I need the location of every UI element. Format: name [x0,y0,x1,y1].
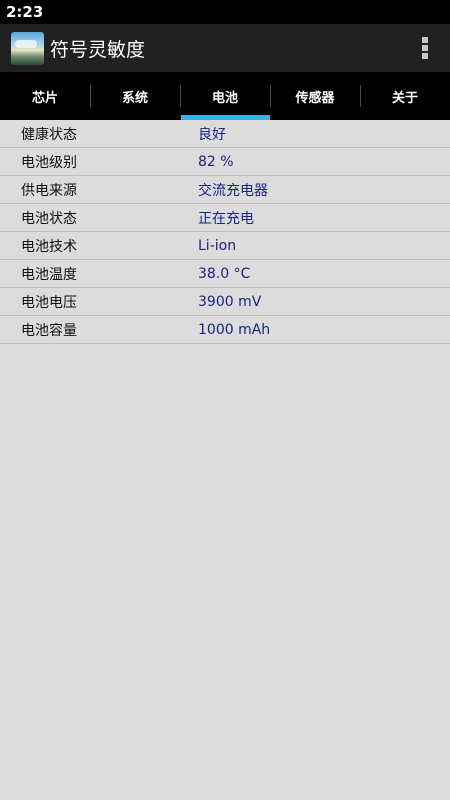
info-value: 82 % [198,153,234,170]
tab-about[interactable]: 关于 [360,72,450,120]
info-label: 电池级别 [21,154,77,171]
info-label: 电池技术 [21,238,77,255]
info-value: 3900 mV [198,293,262,310]
tab-battery[interactable]: 电池 [180,72,270,120]
menu-dot [422,37,428,43]
info-label: 电池状态 [21,210,77,227]
app-title: 符号灵敏度 [50,38,146,61]
app-bar: 符号灵敏度 [0,24,450,72]
info-row-health: 健康状态 良好 [0,120,450,148]
tab-label: 系统 [121,90,148,106]
info-row-voltage: 电池电压 3900 mV [0,288,450,316]
tab-bar: 芯片 系统 电池 传感器 关于 [0,72,450,120]
info-row-power-source: 供电来源 交流充电器 [0,176,450,204]
tab-sensors[interactable]: 传感器 [270,72,360,120]
menu-dot [422,45,428,51]
info-row-level: 电池级别 82 % [0,148,450,176]
info-label: 供电来源 [21,182,77,199]
info-label: 电池容量 [21,322,77,339]
status-bar: 2:23 [0,0,450,24]
status-time: 2:23 [6,3,44,21]
info-row-status: 电池状态 正在充电 [0,204,450,232]
info-row-temperature: 电池温度 38.0 °C [0,260,450,288]
tab-label: 传感器 [295,90,335,106]
info-value: 交流充电器 [198,182,268,199]
info-value: 38.0 °C [198,265,251,282]
tab-chip[interactable]: 芯片 [0,72,90,120]
info-value: Li-ion [198,237,237,254]
info-value: 1000 mAh [198,321,271,338]
battery-info-list: 健康状态 良好 电池级别 82 % 供电来源 交流充电器 电池状态 正在充电 电… [0,120,450,344]
info-row-capacity: 电池容量 1000 mAh [0,316,450,344]
info-label: 电池电压 [21,294,77,311]
tab-label: 电池 [211,90,238,106]
tab-system[interactable]: 系统 [90,72,180,120]
info-value: 正在充电 [198,210,254,227]
tab-label: 关于 [391,90,418,106]
info-label: 电池温度 [21,266,77,283]
tab-label: 芯片 [31,90,58,106]
menu-dot [422,53,428,59]
cloud-shape [15,39,37,48]
app-landscape-icon [11,31,44,65]
info-value: 良好 [198,126,226,143]
info-label: 健康状态 [21,126,77,143]
overflow-menu-icon[interactable] [422,37,428,59]
info-row-technology: 电池技术 Li-ion [0,232,450,260]
